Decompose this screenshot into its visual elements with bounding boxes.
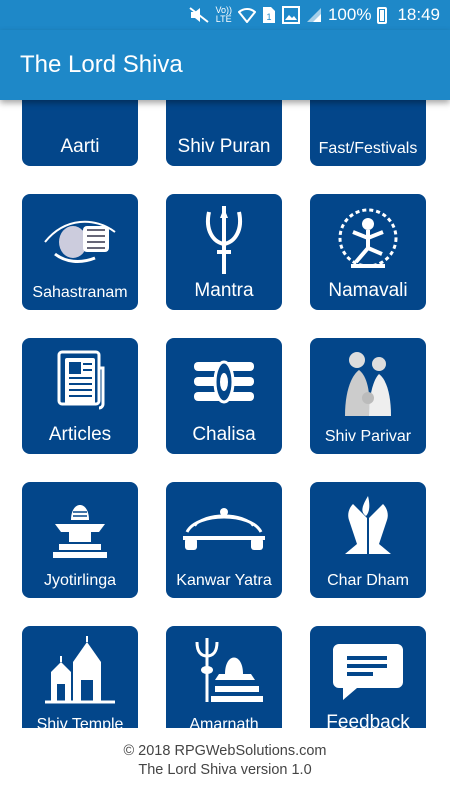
tile-label: Char Dham [327, 572, 409, 589]
signal-icon [306, 5, 322, 25]
tile-jyotirlinga[interactable]: Jyotirlinga [22, 482, 138, 598]
tile-label: Shiv Parivar [324, 428, 412, 445]
version-text: The Lord Shiva version 1.0 [138, 762, 312, 778]
tile-label: Shiv Temple [36, 716, 124, 728]
tile-amarnath[interactable]: Amarnath [166, 626, 282, 728]
tile-kanwar-yatra[interactable]: Kanwar Yatra [166, 482, 282, 598]
image-icon [281, 5, 300, 25]
wifi-icon [237, 5, 256, 25]
app-bar: The Lord Shiva [0, 30, 450, 100]
volte-icon: Vo)) LTE [215, 5, 232, 24]
shiv-family-icon [345, 352, 391, 416]
svg-text:1: 1 [266, 12, 271, 22]
tile-namavali[interactable]: Namavali [310, 194, 426, 310]
battery-icon [377, 5, 388, 25]
tile-label: Amarnath [189, 716, 259, 728]
battery-percent: 100% [327, 5, 372, 24]
tile-sahastranam[interactable]: Sahastranam [22, 194, 138, 310]
tile-label: Kanwar Yatra [176, 572, 272, 589]
third-eye-icon [194, 360, 254, 404]
tile-label: Feedback [326, 712, 410, 728]
tile-label: Jyotirlinga [43, 572, 117, 589]
tile-label: Shiv Puran [177, 136, 271, 157]
tile-aarti[interactable]: Aarti [22, 100, 138, 166]
tile-articles[interactable]: Articles [22, 338, 138, 454]
tile-grid-scroll[interactable]: Aarti Shiv Puran Fast/Festivals Sahastra… [0, 100, 450, 728]
tile-label: Aarti [60, 136, 100, 157]
amarnath-icon [195, 638, 263, 702]
praying-hands-icon [345, 496, 391, 554]
tile-label: Sahastranam [32, 284, 128, 301]
lamp-icon [35, 100, 125, 130]
festival-icon [323, 100, 413, 130]
tile-grid: Aarti Shiv Puran Fast/Festivals Sahastra… [22, 100, 426, 728]
tile-label: Mantra [194, 280, 254, 301]
mute-icon [189, 5, 210, 25]
status-bar: Vo)) LTE 1 100% 18:49 [0, 0, 450, 30]
newspaper-icon [57, 350, 105, 410]
tile-label: Articles [48, 424, 112, 445]
footer: © 2018 RPGWebSolutions.com The Lord Shiv… [0, 742, 450, 780]
tile-shiv-puran[interactable]: Shiv Puran [166, 100, 282, 166]
tile-chalisa[interactable]: Chalisa [166, 338, 282, 454]
damru-icon [44, 220, 116, 263]
trishul-icon [206, 206, 242, 274]
kanwar-icon [183, 508, 265, 550]
tile-label: Namavali [328, 280, 408, 301]
lingam-icon [53, 505, 107, 558]
tile-mantra[interactable]: Mantra [166, 194, 282, 310]
tile-char-dham[interactable]: Char Dham [310, 482, 426, 598]
temple-icon [45, 636, 115, 704]
tile-shiv-parivar[interactable]: Shiv Parivar [310, 338, 426, 454]
sun-icon [179, 100, 269, 130]
copyright-text: © 2018 RPGWebSolutions.com [123, 743, 327, 759]
tile-label: Chalisa [192, 424, 256, 445]
chat-icon [333, 644, 403, 700]
tile-shiv-temple[interactable]: Shiv Temple [22, 626, 138, 728]
app-title: The Lord Shiva [20, 51, 183, 78]
tile-label: Fast/Festivals [318, 140, 418, 157]
tile-fast-festivals[interactable]: Fast/Festivals [310, 100, 426, 166]
nataraja-icon [338, 208, 398, 268]
tile-feedback[interactable]: Feedback [310, 626, 426, 728]
clock-time: 18:49 [397, 5, 440, 24]
sim-icon: 1 [262, 5, 276, 25]
